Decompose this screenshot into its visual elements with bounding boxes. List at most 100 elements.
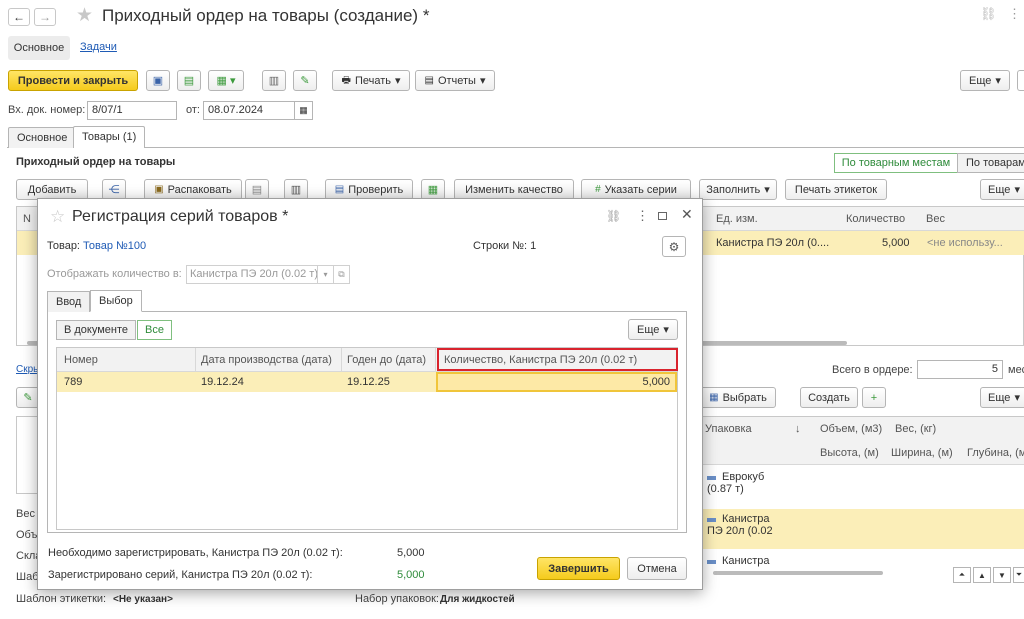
- add-button[interactable]: Добавить: [16, 179, 88, 200]
- need-register-label: Необходимо зарегистрировать, Канистра ПЭ…: [48, 547, 343, 559]
- save-icon[interactable]: ▣: [146, 70, 170, 91]
- filter-all[interactable]: Все: [137, 320, 172, 340]
- total-unit: мест: [1008, 364, 1024, 376]
- filter-in-document[interactable]: В документе: [56, 320, 137, 340]
- move-up-icon[interactable]: ▲: [973, 567, 991, 583]
- series-col-divider: [195, 348, 196, 372]
- set-series-button[interactable]: # Указать серии: [581, 179, 691, 200]
- link-icon[interactable]: ⛓: [980, 6, 997, 22]
- select-label: Выбрать: [722, 391, 767, 404]
- doc-tab-goods[interactable]: Товары (1): [73, 126, 146, 148]
- pack-row[interactable]: Еврокуб (0.87 т): [703, 467, 1024, 507]
- pack-name: Канистра ПЭ 20л (0.02: [707, 513, 773, 537]
- select-button[interactable]: ▦ Выбрать: [700, 387, 776, 408]
- print-button[interactable]: 🖶 Печать ▾: [332, 70, 410, 91]
- post-icon[interactable]: ▤: [177, 70, 201, 91]
- side-label-template: Шаб: [16, 571, 39, 583]
- lower-more-label: Еще: [988, 391, 1011, 404]
- pack-row[interactable]: Канистра: [703, 553, 1024, 567]
- create-based-on-icon[interactable]: ▦ ▾: [208, 70, 244, 91]
- change-quality-button[interactable]: Изменить качество: [454, 179, 574, 200]
- pack-row-name: Еврокуб (0.87 т): [707, 471, 787, 495]
- by-goods-toggle[interactable]: По товарам: [957, 153, 1024, 173]
- dialog-more-label: Еще: [637, 323, 660, 336]
- col-number-header: Номер: [64, 354, 98, 366]
- move-top-icon[interactable]: ⏶: [953, 567, 971, 583]
- pack-row-selected[interactable]: Канистра ПЭ 20л (0.02: [703, 509, 1024, 549]
- rows-label: Строки №: 1: [473, 240, 537, 252]
- dialog-close-icon[interactable]: ✕: [681, 206, 693, 223]
- dialog-more-button[interactable]: Еще ▾: [628, 319, 678, 340]
- box-icon: ▣: [154, 183, 164, 195]
- series-row-qty-cell[interactable]: 5,000: [436, 372, 677, 392]
- dialog-tab-select[interactable]: Выбор: [90, 290, 142, 312]
- check-button[interactable]: ▤ Проверить: [325, 179, 413, 200]
- more-button[interactable]: Еще ▾: [960, 70, 1010, 91]
- pack-icon: [707, 560, 716, 564]
- series-row[interactable]: 789 19.12.24 19.12.25 5,000: [57, 372, 677, 392]
- reports-button[interactable]: ▤ Отчеты ▾: [415, 70, 495, 91]
- help-button[interactable]: [1017, 70, 1024, 91]
- more-label: Еще: [969, 74, 992, 87]
- finish-button[interactable]: Завершить: [537, 557, 620, 580]
- dialog-title: Регистрация серий товаров *: [72, 208, 289, 225]
- settings-gear-icon[interactable]: ⚙: [662, 236, 686, 257]
- goods-more-button[interactable]: Еще ▾: [980, 179, 1024, 200]
- series-registration-dialog: ☆ Регистрация серий товаров * ⛓ ⋮ ✕ Това…: [37, 198, 703, 590]
- show-qty-field[interactable]: Канистра ПЭ 20л (0.02 т): [186, 265, 318, 284]
- cancel-button[interactable]: Отмена: [627, 557, 687, 580]
- show-qty-open-icon[interactable]: ⧉: [334, 265, 350, 284]
- calendar-icon[interactable]: ▦: [295, 101, 313, 120]
- share-icon[interactable]: ⋲: [102, 179, 126, 200]
- dialog-star-icon[interactable]: ☆: [50, 207, 65, 227]
- set-series-label: Указать серии: [604, 183, 677, 196]
- move-down-icon[interactable]: ▼: [993, 567, 1011, 583]
- product-link[interactable]: Товар №100: [83, 240, 146, 252]
- dialog-tab-input[interactable]: Ввод: [47, 291, 91, 312]
- date-field[interactable]: 08.07.2024: [203, 101, 295, 120]
- chevron-down-icon: ▾: [479, 75, 486, 87]
- pack-name: Еврокуб (0.87 т): [707, 471, 765, 495]
- pack-icon[interactable]: ▤: [245, 179, 269, 200]
- print-labels-button[interactable]: Печать этикеток: [785, 179, 887, 200]
- favorite-star-icon[interactable]: ★: [76, 4, 93, 27]
- create-button[interactable]: Создать: [800, 387, 858, 408]
- fill-button[interactable]: Заполнить ▾: [699, 179, 777, 200]
- more-vert-icon[interactable]: ⋮: [1008, 6, 1021, 22]
- packs-set-value[interactable]: Для жидкостей: [440, 594, 515, 605]
- show-qty-dropdown-icon[interactable]: ▾: [318, 265, 334, 284]
- col-qty-header: Количество: [846, 213, 906, 225]
- dialog-link-icon[interactable]: ⛓: [606, 209, 621, 223]
- edit-icon[interactable]: ✎: [293, 70, 317, 91]
- print-label: Печать: [354, 74, 391, 87]
- label-template-value[interactable]: <Не указан>: [113, 594, 173, 605]
- dialog-more-icon[interactable]: ⋮: [636, 208, 649, 224]
- col-volume-header: Объем, (м3): [820, 423, 883, 435]
- post-and-close-button[interactable]: Провести и закрыть: [8, 70, 138, 91]
- move-bottom-icon[interactable]: ⏷: [1013, 567, 1024, 583]
- registered-value: 5,000: [397, 569, 425, 581]
- goods-row-weight: <не использу...: [927, 237, 1003, 249]
- col-weight2-header: Вес, (кг): [895, 423, 937, 435]
- in-doc-number-field[interactable]: 8/07/1: [87, 101, 177, 120]
- unpack-button[interactable]: ▣ Распаковать: [144, 179, 242, 200]
- add-doc-icon[interactable]: +: [862, 387, 886, 408]
- sort-arrow-icon: ↓: [795, 423, 801, 435]
- barcode-icon[interactable]: ▥: [284, 179, 308, 200]
- nav-tab-tasks[interactable]: Задачи: [80, 41, 117, 53]
- dialog-maximize-icon[interactable]: [658, 212, 667, 220]
- lower-more-button[interactable]: Еще ▾: [980, 387, 1024, 408]
- packs-set-label: Набор упаковок:: [355, 593, 439, 605]
- back-button[interactable]: ←: [8, 8, 30, 26]
- nav-tab-main[interactable]: Основное: [8, 36, 70, 60]
- structure-icon[interactable]: ▥: [262, 70, 286, 91]
- packs-scrollbar[interactable]: [713, 571, 883, 575]
- col-exp-date-header: Годен до (дата): [347, 354, 427, 366]
- in-doc-number-label: Вх. док. номер:: [8, 104, 86, 116]
- forward-button[interactable]: →: [34, 8, 56, 26]
- excel-icon[interactable]: ▦: [421, 179, 445, 200]
- by-places-toggle[interactable]: По товарным местам: [834, 153, 958, 173]
- doc-tab-main[interactable]: Основное: [8, 127, 77, 148]
- chevron-down-icon: ▾: [1014, 184, 1020, 196]
- doc-tabs-line: [7, 147, 1024, 148]
